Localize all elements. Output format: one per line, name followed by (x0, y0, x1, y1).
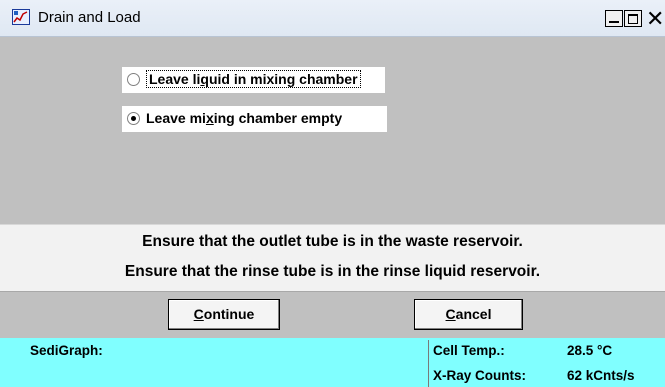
close-button[interactable]: ✕ (645, 7, 664, 32)
status-app-label: SediGraph: (30, 343, 103, 358)
option-leave-empty[interactable]: Leave mixing chamber empty (122, 106, 387, 132)
status-divider (428, 340, 429, 387)
instruction-rinse-tube: Ensure that the rinse tube is in the rin… (124, 263, 541, 280)
status-bar: SediGraph: Cell Temp.: 28.5 °C X-Ray Cou… (0, 338, 665, 387)
option-leave-liquid[interactable]: Leave liquid in mixing chamber (122, 67, 385, 93)
cell-temp-label: Cell Temp.: (433, 343, 505, 358)
radio-leave-empty[interactable] (127, 112, 140, 125)
radio-leave-liquid[interactable] (127, 73, 140, 86)
title-bar[interactable]: Drain and Load ✕ (0, 0, 665, 37)
maximize-button[interactable] (624, 10, 642, 27)
instruction-panel: Ensure that the outlet tube is in the wa… (0, 224, 665, 292)
drain-options-group: Leave liquid in mixing chamber Leave mix… (0, 37, 665, 224)
close-icon: ✕ (646, 7, 665, 32)
cancel-button[interactable]: Cancel (414, 299, 523, 330)
window-title: Drain and Load (38, 9, 141, 26)
continue-button[interactable]: Continue (168, 299, 280, 330)
minimize-button[interactable] (605, 10, 623, 27)
xray-counts-label: X-Ray Counts: (433, 368, 527, 383)
drain-and-load-dialog: Drain and Load ✕ Leave liquid in mixing … (0, 0, 665, 387)
option-leave-liquid-label: Leave liquid in mixing chamber (146, 70, 361, 88)
option-leave-empty-label: Leave mixing chamber empty (146, 110, 343, 126)
instruction-outlet-tube: Ensure that the outlet tube is in the wa… (142, 233, 523, 250)
app-icon (12, 9, 30, 25)
xray-counts-value: 62 kCnts/s (567, 368, 635, 383)
cell-temp-value: 28.5 °C (567, 343, 613, 358)
